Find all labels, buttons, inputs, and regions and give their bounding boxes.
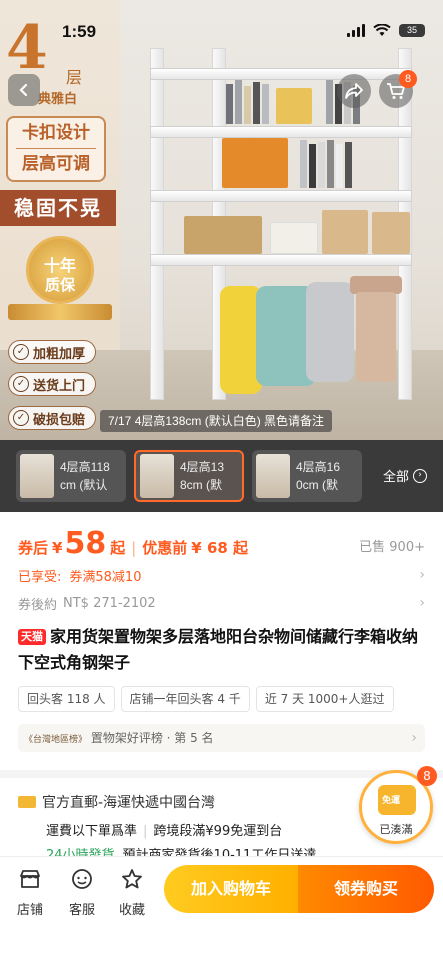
back-button[interactable] [8,74,40,106]
shipping-method: 官方直郵-海運快遞中國台灣 [42,795,216,811]
coupon-price: 58 [64,526,107,561]
variant-option[interactable]: 4层高16 0cm (默 [252,450,362,502]
free-shipping-count: 8 [417,766,437,786]
warranty-line1: 十年 [43,256,76,275]
feature-box-line: 层高可调 [22,154,90,174]
color-name-label: 典雅白 [38,92,78,107]
ranking-row[interactable]: 《台灣地區榜》 置物架好评榜 · 第 5 名 › [18,724,425,752]
store-icon [20,870,40,888]
price-row: 券后 ¥ 58 起 | 优惠前 ¥ 68 起 [18,526,249,561]
tmall-badge: 天猫 [18,629,46,645]
chat-icon [72,869,92,889]
add-to-cart-button[interactable]: 加入购物车 [164,865,298,913]
tag-chip[interactable]: 店铺一年回头客 4 千 [120,686,250,712]
shop-button[interactable]: 店铺 [6,867,54,918]
status-icons: 35 [347,24,425,37]
chevron-right-icon: › [419,567,425,583]
battery-icon: 35 [399,24,425,37]
tag-chip[interactable]: 回头客 118 人 [18,686,115,712]
status-time: 1:59 [62,22,97,41]
chevron-right-icon: › [411,730,417,746]
layer-count-badge: 4 [6,13,48,83]
coupon-buy-button[interactable]: 领券购买 [298,865,434,913]
product-info-card: 券后 ¥ 58 起 | 优惠前 ¥ 68 起 已售 900+ 已享受: 券满58… [0,512,443,770]
share-button[interactable] [337,74,371,108]
feature-box-line: 卡扣设计 [22,123,90,143]
feature-pill: ✓ 加粗加厚 [8,340,97,364]
chevron-right-icon: › [413,468,427,483]
bottom-action-bar: 店铺 客服 收藏 加入购物车 领券购买 [0,856,443,960]
variant-option[interactable]: 4层高118 cm (默认 [16,450,126,502]
original-price: ¥ 68 起 [191,539,249,557]
product-image-carousel[interactable]: 4 层 典雅白 1:59 35 8 卡扣设计 层高可调 稳固不晃 十年 质保 ✓… [0,0,443,440]
variant-option-selected[interactable]: 4层高13 8cm (默 [134,450,244,502]
cart-count-badge: 8 [399,70,417,88]
share-icon [345,83,363,99]
layer-unit-label: 层 [66,68,83,87]
feature-box: 卡扣设计 层高可调 [6,116,106,182]
star-icon [122,869,142,889]
feature-pill: ✓ 送货上门 [8,372,97,396]
warranty-line2: 质保 [44,276,75,294]
coupon-enjoyed-row[interactable]: 已享受: 券满58减10 › [18,562,425,588]
variant-thumbnail [256,454,290,498]
tag-row: 回头客 118 人 店铺一年回头客 4 千 近 7 天 1000+人逛过 [18,686,394,712]
product-detail-page: 4 层 典雅白 1:59 35 8 卡扣设计 层高可调 稳固不晃 十年 质保 ✓… [0,0,443,960]
chevron-right-icon: › [419,595,425,611]
chevron-left-icon [19,83,28,97]
wifi-icon [373,24,391,36]
tag-chip[interactable]: 近 7 天 1000+人逛过 [255,686,394,712]
delivery-truck-icon [18,796,36,808]
check-icon: ✓ [13,344,29,360]
favorite-button[interactable]: 收藏 [108,867,156,918]
image-caption: 7/17 4层高138cm (默认白色) 黑色请备注 [100,410,333,432]
cellular-signal-icon [347,24,365,37]
check-icon: ✓ [13,376,29,392]
all-variants-button[interactable]: 全部 › [383,466,427,485]
free-shipping-truck-icon: 免運 [378,785,416,815]
sold-count: 已售 900+ [359,540,425,555]
feature-pill: ✓ 破损包赔 [8,406,97,430]
approx-price-row[interactable]: 券後約 NT$ 271-2102 › [18,590,425,616]
variant-thumbnail [140,454,174,498]
warranty-badge: 十年 质保 [8,232,112,324]
customer-service-button[interactable]: 客服 [58,867,106,918]
variant-thumbnail [20,454,54,498]
product-title: 天猫 家用货架置物架多层落地阳台杂物间储藏行李箱收纳下空式角钢架子 [18,627,419,672]
stable-banner: 稳固不晃 [0,190,116,226]
check-icon: ✓ [13,410,29,426]
